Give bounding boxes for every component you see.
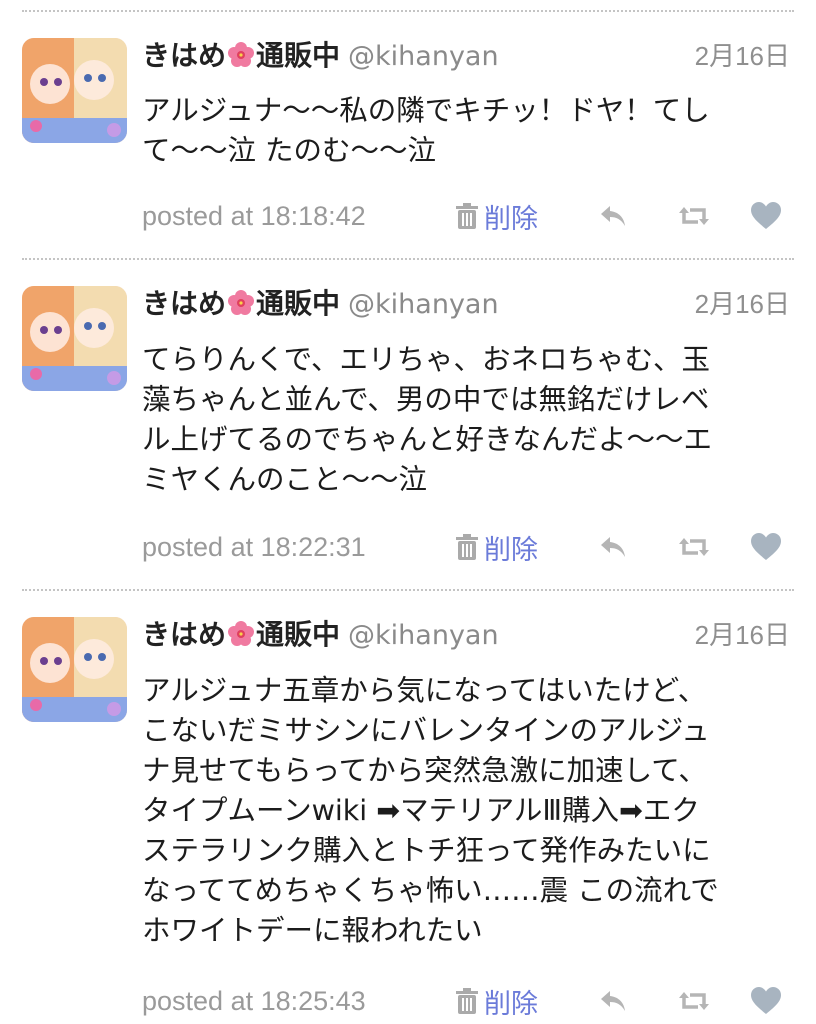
user-handle[interactable]: @kihanyan xyxy=(348,41,499,72)
user-name-suffix: 通販中 xyxy=(256,39,341,72)
hibiscus-icon xyxy=(228,290,255,315)
trash-icon xyxy=(456,988,478,1014)
tweet-meta: posted at 18:25:43 削除 xyxy=(142,981,792,1021)
user-name[interactable]: きはめ 通販中 @kihanyan xyxy=(142,38,499,75)
delete-button[interactable]: 削除 xyxy=(454,981,538,1021)
heart-icon[interactable] xyxy=(750,985,782,1017)
delete-button[interactable]: 削除 xyxy=(454,527,538,567)
heart-icon[interactable] xyxy=(750,200,782,232)
delete-label: 削除 xyxy=(484,203,538,235)
user-name-suffix: 通販中 xyxy=(256,618,341,651)
user-name-prefix: きはめ xyxy=(142,287,227,320)
avatar[interactable] xyxy=(22,617,127,722)
avatar[interactable] xyxy=(22,286,127,391)
reply-icon[interactable] xyxy=(598,200,630,232)
hibiscus-icon xyxy=(228,621,255,646)
tweet-meta: posted at 18:18:42 削除 xyxy=(142,196,792,236)
user-handle[interactable]: @kihanyan xyxy=(348,620,499,651)
reply-icon[interactable] xyxy=(598,985,630,1017)
reply-icon[interactable] xyxy=(598,531,630,563)
user-name[interactable]: きはめ 通販中 @kihanyan xyxy=(142,286,499,323)
heart-icon[interactable] xyxy=(750,531,782,563)
tweet-text: アルジュナ五章から気になってはいたけど、 こないだミサシンにバレンタインのアルジ… xyxy=(142,674,719,947)
user-handle[interactable]: @kihanyan xyxy=(348,289,499,320)
tweet[interactable]: きはめ 通販中 @kihanyan 2月16日 てらりんくで、エリちゃ、おネロちゃ… xyxy=(0,286,816,578)
tweet-date[interactable]: 2月16日 xyxy=(695,38,790,74)
tweet-date[interactable]: 2月16日 xyxy=(695,617,790,653)
delete-label: 削除 xyxy=(484,534,538,566)
user-name-prefix: きはめ xyxy=(142,39,227,72)
tweet-text: てらりんくで、エリちゃ、おネロちゃむ、玉 藻ちゃんと並んで、男の中では無銘だけレ… xyxy=(142,343,713,496)
tweet[interactable]: きはめ 通販中 @kihanyan 2月16日 アルジュナ五章から気になってはいた… xyxy=(0,617,816,1024)
tweet[interactable]: きはめ 通販中 @kihanyan 2月16日 アルジュナ〜〜私の隣でキチッ！ドヤ… xyxy=(0,38,816,248)
avatar[interactable] xyxy=(22,38,127,143)
user-name-prefix: きはめ xyxy=(142,618,227,651)
tweet-date[interactable]: 2月16日 xyxy=(695,286,790,322)
delete-label: 削除 xyxy=(484,988,538,1020)
posted-at[interactable]: posted at 18:22:31 xyxy=(142,527,366,567)
tweet-meta: posted at 18:22:31 削除 xyxy=(142,527,792,567)
divider xyxy=(22,589,794,591)
user-name[interactable]: きはめ 通販中 @kihanyan xyxy=(142,617,499,654)
trash-icon xyxy=(456,534,478,560)
posted-at[interactable]: posted at 18:18:42 xyxy=(142,196,366,236)
retweet-icon[interactable] xyxy=(678,531,710,563)
retweet-icon[interactable] xyxy=(678,985,710,1017)
divider xyxy=(22,258,794,260)
delete-button[interactable]: 削除 xyxy=(454,196,538,236)
posted-at[interactable]: posted at 18:25:43 xyxy=(142,981,366,1021)
user-name-suffix: 通販中 xyxy=(256,287,341,320)
trash-icon xyxy=(456,203,478,229)
divider xyxy=(22,10,794,12)
retweet-icon[interactable] xyxy=(678,200,710,232)
timeline: きはめ 通販中 @kihanyan 2月16日 アルジュナ〜〜私の隣でキチッ！ドヤ… xyxy=(0,0,816,1024)
tweet-text: アルジュナ〜〜私の隣でキチッ！ドヤ！てし て〜〜泣 たのむ〜〜泣 xyxy=(142,94,710,167)
hibiscus-icon xyxy=(228,42,255,67)
